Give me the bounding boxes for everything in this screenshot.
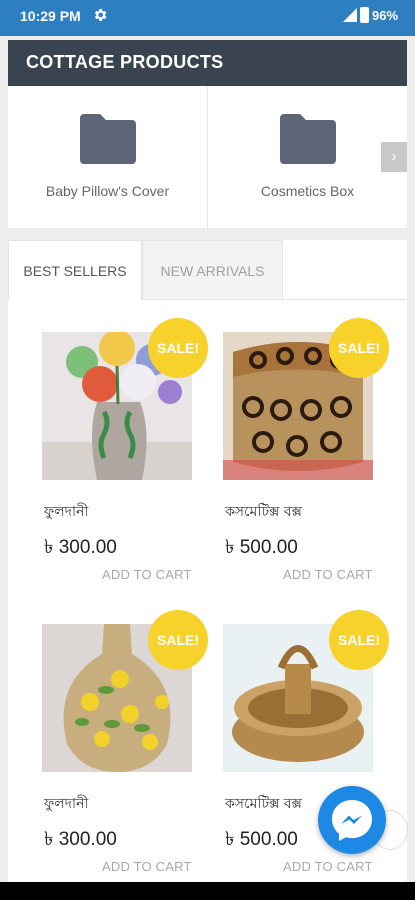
messenger-icon — [332, 800, 372, 841]
tab-best-sellers[interactable]: BEST SELLERS — [8, 240, 142, 300]
status-time: 10:29 PM — [20, 8, 81, 24]
battery-level: 96% — [372, 8, 399, 23]
category-label: Cosmetics Box — [260, 183, 355, 199]
add-to-cart-button[interactable]: ADD TO CART — [283, 859, 373, 874]
category-label: Baby Pillow's Cover — [45, 183, 170, 199]
sale-badge: SALE! — [329, 318, 389, 378]
product-price: ৳ 300.00 — [44, 537, 117, 558]
product-card[interactable]: SALE! কসমেটিক্স বক্স ৳ 500.00 ADD TO CAR… — [223, 318, 393, 602]
signal-icon — [343, 8, 357, 22]
product-name[interactable]: ফুলদানী — [44, 792, 88, 816]
tab-bar-filler — [283, 240, 407, 300]
battery-icon — [360, 7, 369, 23]
category-item-baby-pillow-cover[interactable]: Baby Pillow's Cover — [8, 86, 208, 228]
product-price: ৳ 500.00 — [225, 537, 298, 558]
category-carousel: Baby Pillow's Cover Cosmetics Box › — [8, 86, 407, 228]
product-name[interactable]: ফুলদানী — [44, 500, 88, 524]
product-name[interactable]: কসমেটিক্স বক্স — [225, 792, 302, 816]
tab-new-arrivals[interactable]: NEW ARRIVALS — [142, 240, 283, 300]
category-header: COTTAGE PRODUCTS — [8, 40, 407, 86]
gear-icon — [94, 9, 107, 21]
folder-icon — [280, 114, 336, 164]
folder-icon — [80, 114, 136, 164]
product-card[interactable]: SALE! ফুলদানী ৳ 300.00 ADD TO CART — [42, 610, 212, 894]
category-title: COTTAGE PRODUCTS — [26, 52, 224, 72]
add-to-cart-button[interactable]: ADD TO CART — [102, 567, 192, 582]
messenger-button[interactable] — [318, 786, 386, 854]
status-bar: 10:29 PM 96% — [0, 0, 415, 36]
add-to-cart-button[interactable]: ADD TO CART — [102, 859, 192, 874]
sale-badge: SALE! — [148, 318, 208, 378]
category-item-cosmetics-box[interactable]: Cosmetics Box — [208, 86, 407, 228]
sale-badge: SALE! — [329, 610, 389, 670]
sale-badge: SALE! — [148, 610, 208, 670]
add-to-cart-button[interactable]: ADD TO CART — [283, 567, 373, 582]
product-price: ৳ 300.00 — [44, 829, 117, 850]
product-price: ৳ 500.00 — [225, 829, 298, 850]
system-navigation-bar — [0, 882, 415, 900]
chevron-right-icon[interactable]: › — [381, 142, 407, 172]
product-name[interactable]: কসমেটিক্স বক্স — [225, 500, 302, 524]
product-card[interactable]: SALE! ফুলদানী ৳ 300.00 ADD TO CART — [42, 318, 212, 602]
